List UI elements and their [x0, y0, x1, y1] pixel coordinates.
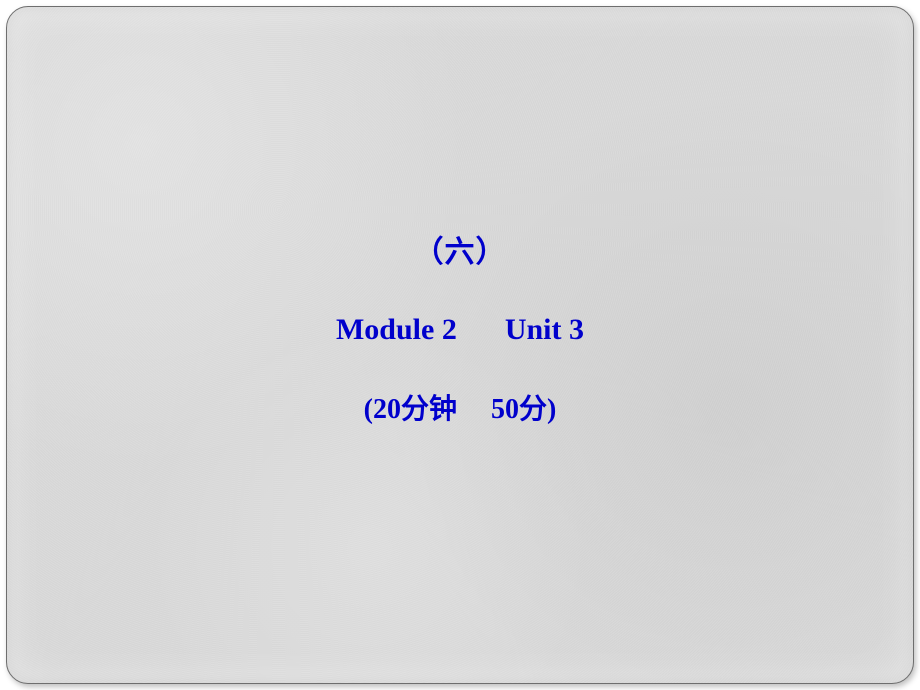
- score-number: 50: [491, 394, 519, 425]
- section-number: （六）: [7, 227, 913, 271]
- score-unit: 分: [519, 394, 547, 425]
- slide-container: （六） Module 2 Unit 3 (20分钟 50分): [0, 0, 920, 690]
- time-score-line: (20分钟 50分): [7, 387, 913, 427]
- time-number: 20: [373, 394, 401, 425]
- module-unit-line: Module 2 Unit 3: [7, 313, 913, 347]
- unit-label: Unit 3: [505, 313, 584, 346]
- slide-background: （六） Module 2 Unit 3 (20分钟 50分): [6, 6, 914, 684]
- slide-content: （六） Module 2 Unit 3 (20分钟 50分): [7, 227, 913, 427]
- module-label: Module 2: [336, 313, 457, 346]
- close-paren: ): [547, 394, 556, 425]
- open-paren: (: [364, 394, 373, 425]
- time-unit: 分钟: [401, 394, 457, 425]
